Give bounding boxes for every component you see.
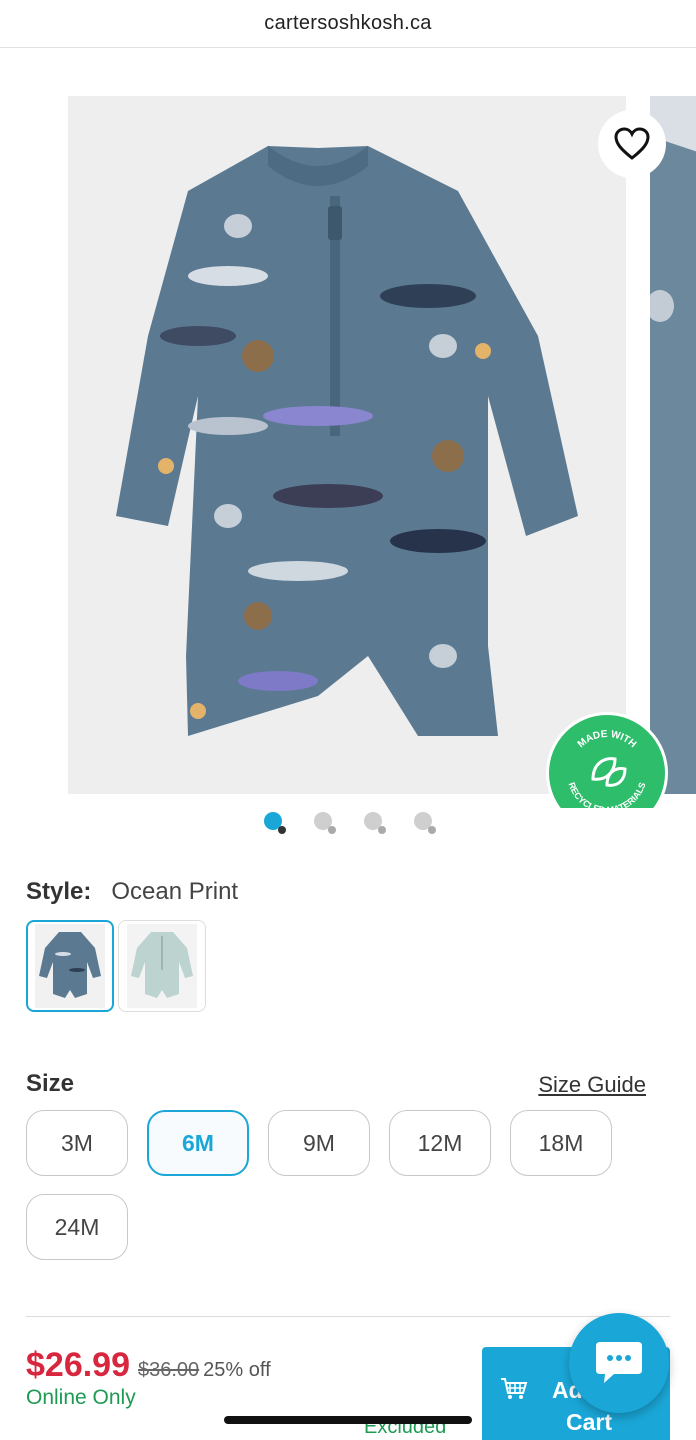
style-swatch-ocean-print[interactable] xyxy=(26,920,114,1012)
size-options: 3M 6M 9M 12M 18M 24M xyxy=(26,1110,646,1260)
size-option-9m[interactable]: 9M xyxy=(268,1110,370,1176)
availability-label: Online Only xyxy=(26,1386,136,1409)
product-gallery[interactable]: MADE WITH RECYCLED MATERIALS xyxy=(0,48,696,808)
style-label: Style: xyxy=(26,878,92,905)
url-text: cartersoshkosh.ca xyxy=(264,12,432,34)
add-to-cart-label-line-2: Cart xyxy=(566,1409,613,1435)
current-price: $26.99 xyxy=(26,1346,130,1384)
size-option-3m[interactable]: 3M xyxy=(26,1110,128,1176)
style-swatch-mint[interactable] xyxy=(118,920,206,1012)
heart-icon xyxy=(614,127,650,160)
badge-line-1: MADE WITH xyxy=(576,729,638,750)
divider xyxy=(26,1316,670,1317)
size-header: Size Size Guide xyxy=(26,1070,646,1102)
size-option-18m[interactable]: 18M xyxy=(510,1110,612,1176)
chat-button[interactable] xyxy=(569,1313,669,1413)
home-indicator[interactable] xyxy=(224,1416,472,1424)
carousel-dots xyxy=(0,812,696,840)
recycled-materials-badge: MADE WITH RECYCLED MATERIALS xyxy=(546,712,668,808)
style-selector-label: Style: Ocean Print xyxy=(26,876,238,908)
size-option-12m[interactable]: 12M xyxy=(389,1110,491,1176)
size-option-6m[interactable]: 6M xyxy=(147,1110,249,1176)
discount-label: 25% off xyxy=(203,1359,271,1381)
carousel-dot-2[interactable] xyxy=(314,812,336,834)
wishlist-button[interactable] xyxy=(598,110,666,178)
browser-url-bar[interactable]: cartersoshkosh.ca xyxy=(0,0,696,48)
carousel-dot-1[interactable] xyxy=(264,812,286,834)
next-product-image[interactable] xyxy=(650,96,696,794)
cart-icon xyxy=(501,1378,528,1399)
style-value: Ocean Print xyxy=(111,878,239,905)
carousel-dot-3[interactable] xyxy=(364,812,386,834)
chat-icon xyxy=(596,1342,642,1383)
carousel-dot-4[interactable] xyxy=(414,812,436,834)
original-price: $36.00 xyxy=(138,1359,200,1381)
size-guide-link[interactable]: Size Guide xyxy=(538,1072,646,1098)
style-swatches xyxy=(26,920,206,1012)
svg-text:MADE WITH: MADE WITH xyxy=(576,729,638,750)
size-option-24m[interactable]: 24M xyxy=(26,1194,128,1260)
price-block: $26.99 $36.00 25% off xyxy=(26,1346,271,1385)
leaf-icon xyxy=(591,757,627,787)
size-label: Size xyxy=(26,1070,75,1097)
product-image[interactable] xyxy=(68,96,626,794)
